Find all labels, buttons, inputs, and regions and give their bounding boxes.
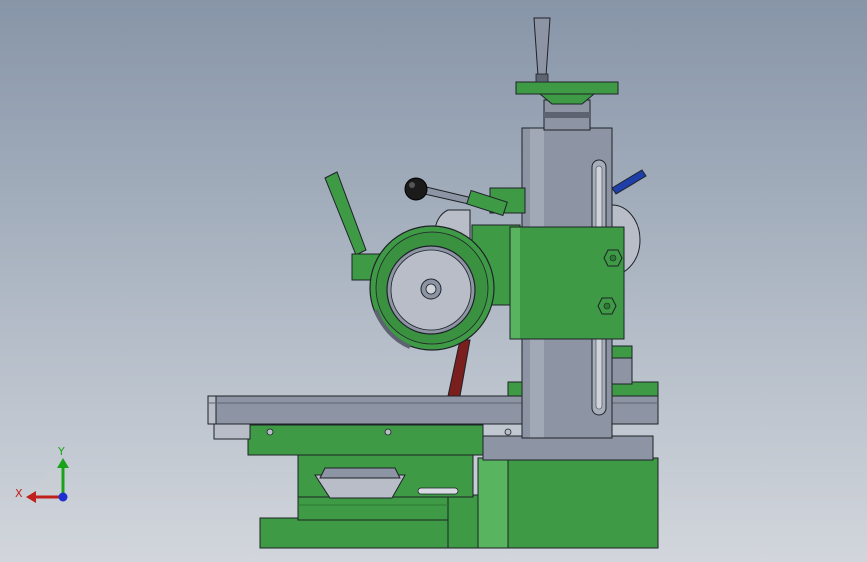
- triad-y-label: Y: [57, 445, 65, 458]
- blue-lever[interactable]: [611, 169, 647, 195]
- xyz-axis-triad-icon: Y X: [15, 445, 69, 503]
- head-slide: [471, 224, 625, 340]
- support-rod: [447, 339, 471, 397]
- cad-viewport[interactable]: Y X: [0, 0, 867, 562]
- base-lower-block: [259, 494, 481, 549]
- handwheel-icon[interactable]: [515, 81, 619, 105]
- top-lever-handle[interactable]: [533, 17, 551, 83]
- machine-model[interactable]: Y X: [0, 0, 867, 562]
- grinding-wheel-head: [369, 225, 495, 351]
- column-base: [477, 435, 659, 549]
- triad-x-label: X: [15, 487, 23, 500]
- green-lever-handle[interactable]: [324, 171, 381, 281]
